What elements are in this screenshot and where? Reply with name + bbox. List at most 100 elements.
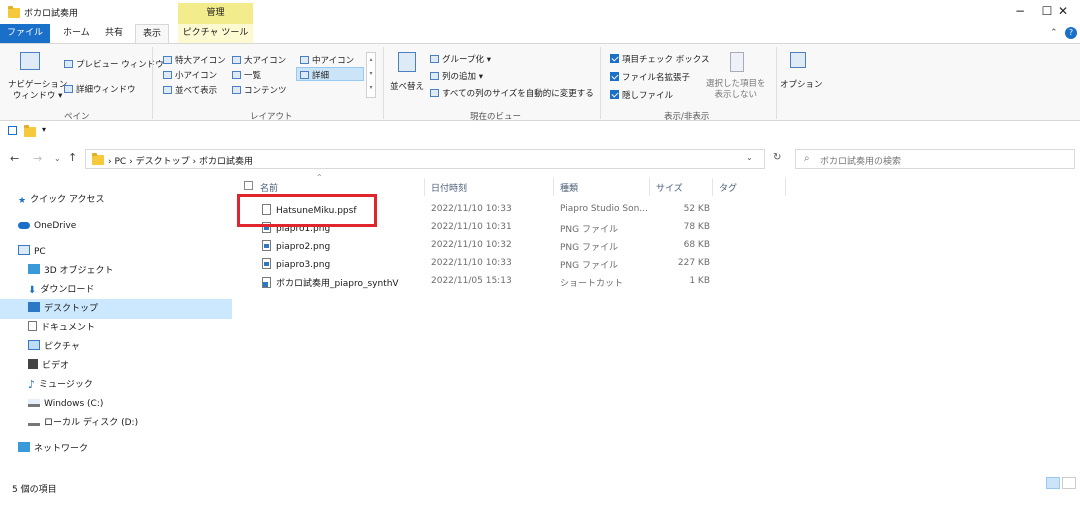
image-file-icon — [262, 240, 271, 251]
large-icons-icon — [232, 56, 241, 64]
details-view-icon[interactable] — [1046, 477, 1060, 489]
preview-pane-button[interactable]: プレビュー ウィンドウ — [64, 58, 164, 70]
details-pane-button[interactable]: 詳細ウィンドウ — [64, 83, 136, 95]
search-input[interactable]: ⌕ ボカロ試奏用の検索 — [795, 149, 1075, 169]
new-folder-icon[interactable] — [24, 125, 36, 137]
group-by-button[interactable]: グループ化 ▾ — [430, 53, 491, 65]
ribbon-separator — [152, 47, 153, 119]
file-size: 1 KB — [689, 276, 710, 286]
manage-tab-header: 管理 — [178, 3, 253, 24]
nav-drive-c[interactable]: Windows (C:) — [0, 394, 232, 414]
layout-list[interactable]: 一覧 — [232, 69, 261, 81]
nav-drive-d[interactable]: ローカル ディスク (D:) — [0, 413, 232, 433]
download-icon: ⬇ — [28, 285, 37, 296]
file-extensions-toggle[interactable]: ファイル名拡張子 — [610, 71, 690, 83]
tab-share[interactable]: 共有 — [98, 24, 130, 43]
nav-quick-access[interactable]: ★ クイック アクセス — [0, 190, 232, 210]
up-icon[interactable]: ↑ — [68, 151, 77, 164]
search-placeholder: ボカロ試奏用の検索 — [820, 157, 902, 167]
column-header-tag[interactable]: タグ — [719, 181, 737, 194]
breadcrumb-desktop[interactable]: デスクトップ — [136, 157, 190, 167]
nav-music[interactable]: ♪ ミュージック — [0, 375, 232, 395]
details-pane-icon — [64, 85, 73, 93]
layout-medium-icons[interactable]: 中アイコン — [300, 54, 354, 66]
close-button[interactable]: ✕ — [1046, 0, 1080, 24]
column-divider[interactable] — [424, 178, 425, 196]
properties-icon[interactable] — [8, 126, 17, 135]
checkbox-checked-icon — [610, 72, 619, 81]
column-header-size[interactable]: サイズ — [656, 181, 683, 194]
list-icon — [232, 71, 241, 79]
file-row[interactable]: ボカロ試奏用_piapro_synthV 2022/11/05 15:13 ショ… — [240, 273, 790, 291]
navigation-pane-button[interactable]: ナビゲーション ウィンドウ ▾ — [8, 80, 67, 102]
tab-file[interactable]: ファイル — [0, 24, 51, 43]
layout-small-icons[interactable]: 小アイコン — [163, 69, 217, 81]
column-divider[interactable] — [553, 178, 554, 196]
breadcrumb-current[interactable]: ボカロ試奏用 — [199, 157, 253, 167]
back-icon[interactable]: ← — [10, 152, 19, 165]
layout-details[interactable]: 詳細 — [296, 67, 364, 81]
layout-extra-large-icons[interactable]: 特大アイコン — [163, 54, 226, 66]
layout-tiles[interactable]: 並べて表示 — [163, 84, 217, 96]
layout-content[interactable]: コンテンツ — [232, 84, 287, 96]
tab-home[interactable]: ホーム — [56, 24, 97, 43]
column-divider[interactable] — [712, 178, 713, 196]
nav-onedrive[interactable]: OneDrive — [0, 216, 232, 236]
nav-desktop[interactable]: デスクトップ — [0, 299, 232, 319]
video-icon — [28, 359, 38, 369]
recent-locations-icon[interactable]: ⌄ — [54, 154, 61, 163]
nav-videos[interactable]: ビデオ — [0, 356, 232, 376]
hide-selected-icon — [730, 52, 744, 72]
breadcrumb-pc[interactable]: PC — [114, 157, 126, 167]
help-icon[interactable]: ? — [1065, 27, 1077, 39]
image-file-icon — [262, 258, 271, 269]
cube-icon — [28, 264, 40, 274]
column-divider[interactable] — [649, 178, 650, 196]
collapse-ribbon-icon[interactable]: ⌃ — [1050, 28, 1058, 38]
ribbon-separator — [776, 47, 777, 119]
desktop-icon — [28, 302, 40, 312]
star-icon: ★ — [18, 196, 27, 206]
column-divider[interactable] — [785, 178, 786, 196]
breadcrumb: › PC › デスクトップ › ボカロ試奏用 — [108, 157, 253, 167]
nav-pictures[interactable]: ピクチャ — [0, 337, 232, 357]
column-header-type[interactable]: 種類 — [560, 181, 578, 194]
item-checkboxes-toggle[interactable]: 項目チェック ボックス — [610, 53, 709, 65]
select-all-checkbox[interactable] — [244, 181, 253, 190]
windows-drive-icon — [28, 399, 40, 407]
file-row[interactable]: piapro3.png 2022/11/10 10:33 PNG ファイル 22… — [240, 255, 790, 273]
layout-scroll[interactable]: ▴ ▾ ▾ — [366, 52, 376, 98]
nav-documents[interactable]: ドキュメント — [0, 318, 232, 338]
nav-network[interactable]: ネットワーク — [0, 439, 232, 459]
column-header-date[interactable]: 日付時刻 — [431, 181, 467, 194]
nav-pc[interactable]: PC — [0, 242, 232, 262]
hide-selected-button[interactable]: 選択した項目を 表示しない — [706, 79, 766, 101]
fit-columns-button[interactable]: すべての列のサイズを自動的に変更する — [430, 87, 594, 99]
quick-access-toolbar: ▾ — [0, 122, 1080, 140]
address-dropdown-icon[interactable]: ⌄ — [746, 153, 753, 162]
nav-downloads[interactable]: ⬇ ダウンロード — [0, 280, 232, 300]
options-button[interactable]: オプション — [780, 78, 823, 90]
customize-toolbar-icon[interactable]: ▾ — [42, 125, 46, 134]
music-icon: ♪ — [28, 378, 36, 391]
preview-pane-icon — [64, 60, 73, 68]
sort-button[interactable]: 並べ替え — [390, 80, 424, 92]
file-row[interactable]: piapro2.png 2022/11/10 10:32 PNG ファイル 68… — [240, 237, 790, 255]
nav-3d-objects[interactable]: 3D オブジェクト — [0, 261, 232, 281]
address-bar[interactable]: › PC › デスクトップ › ボカロ試奏用 ⌄ — [85, 149, 765, 169]
group-by-icon — [430, 55, 439, 63]
layout-large-icons[interactable]: 大アイコン — [232, 54, 286, 66]
document-icon — [28, 321, 37, 331]
tab-picture-tools[interactable]: ピクチャ ツール — [178, 24, 253, 43]
column-header-name[interactable]: 名前 — [260, 181, 278, 194]
hidden-items-toggle[interactable]: 隠しファイル — [610, 89, 673, 101]
ribbon-separator — [383, 47, 384, 119]
picture-icon — [28, 340, 40, 350]
forward-icon[interactable]: → — [33, 152, 42, 165]
file-type: Piapro Studio Son... — [560, 204, 648, 214]
large-icons-view-icon[interactable] — [1062, 477, 1076, 489]
tab-view[interactable]: 表示 — [135, 24, 170, 43]
search-icon: ⌕ — [804, 153, 810, 164]
add-columns-button[interactable]: 列の追加 ▾ — [430, 70, 483, 82]
refresh-icon[interactable]: ↻ — [773, 152, 781, 163]
